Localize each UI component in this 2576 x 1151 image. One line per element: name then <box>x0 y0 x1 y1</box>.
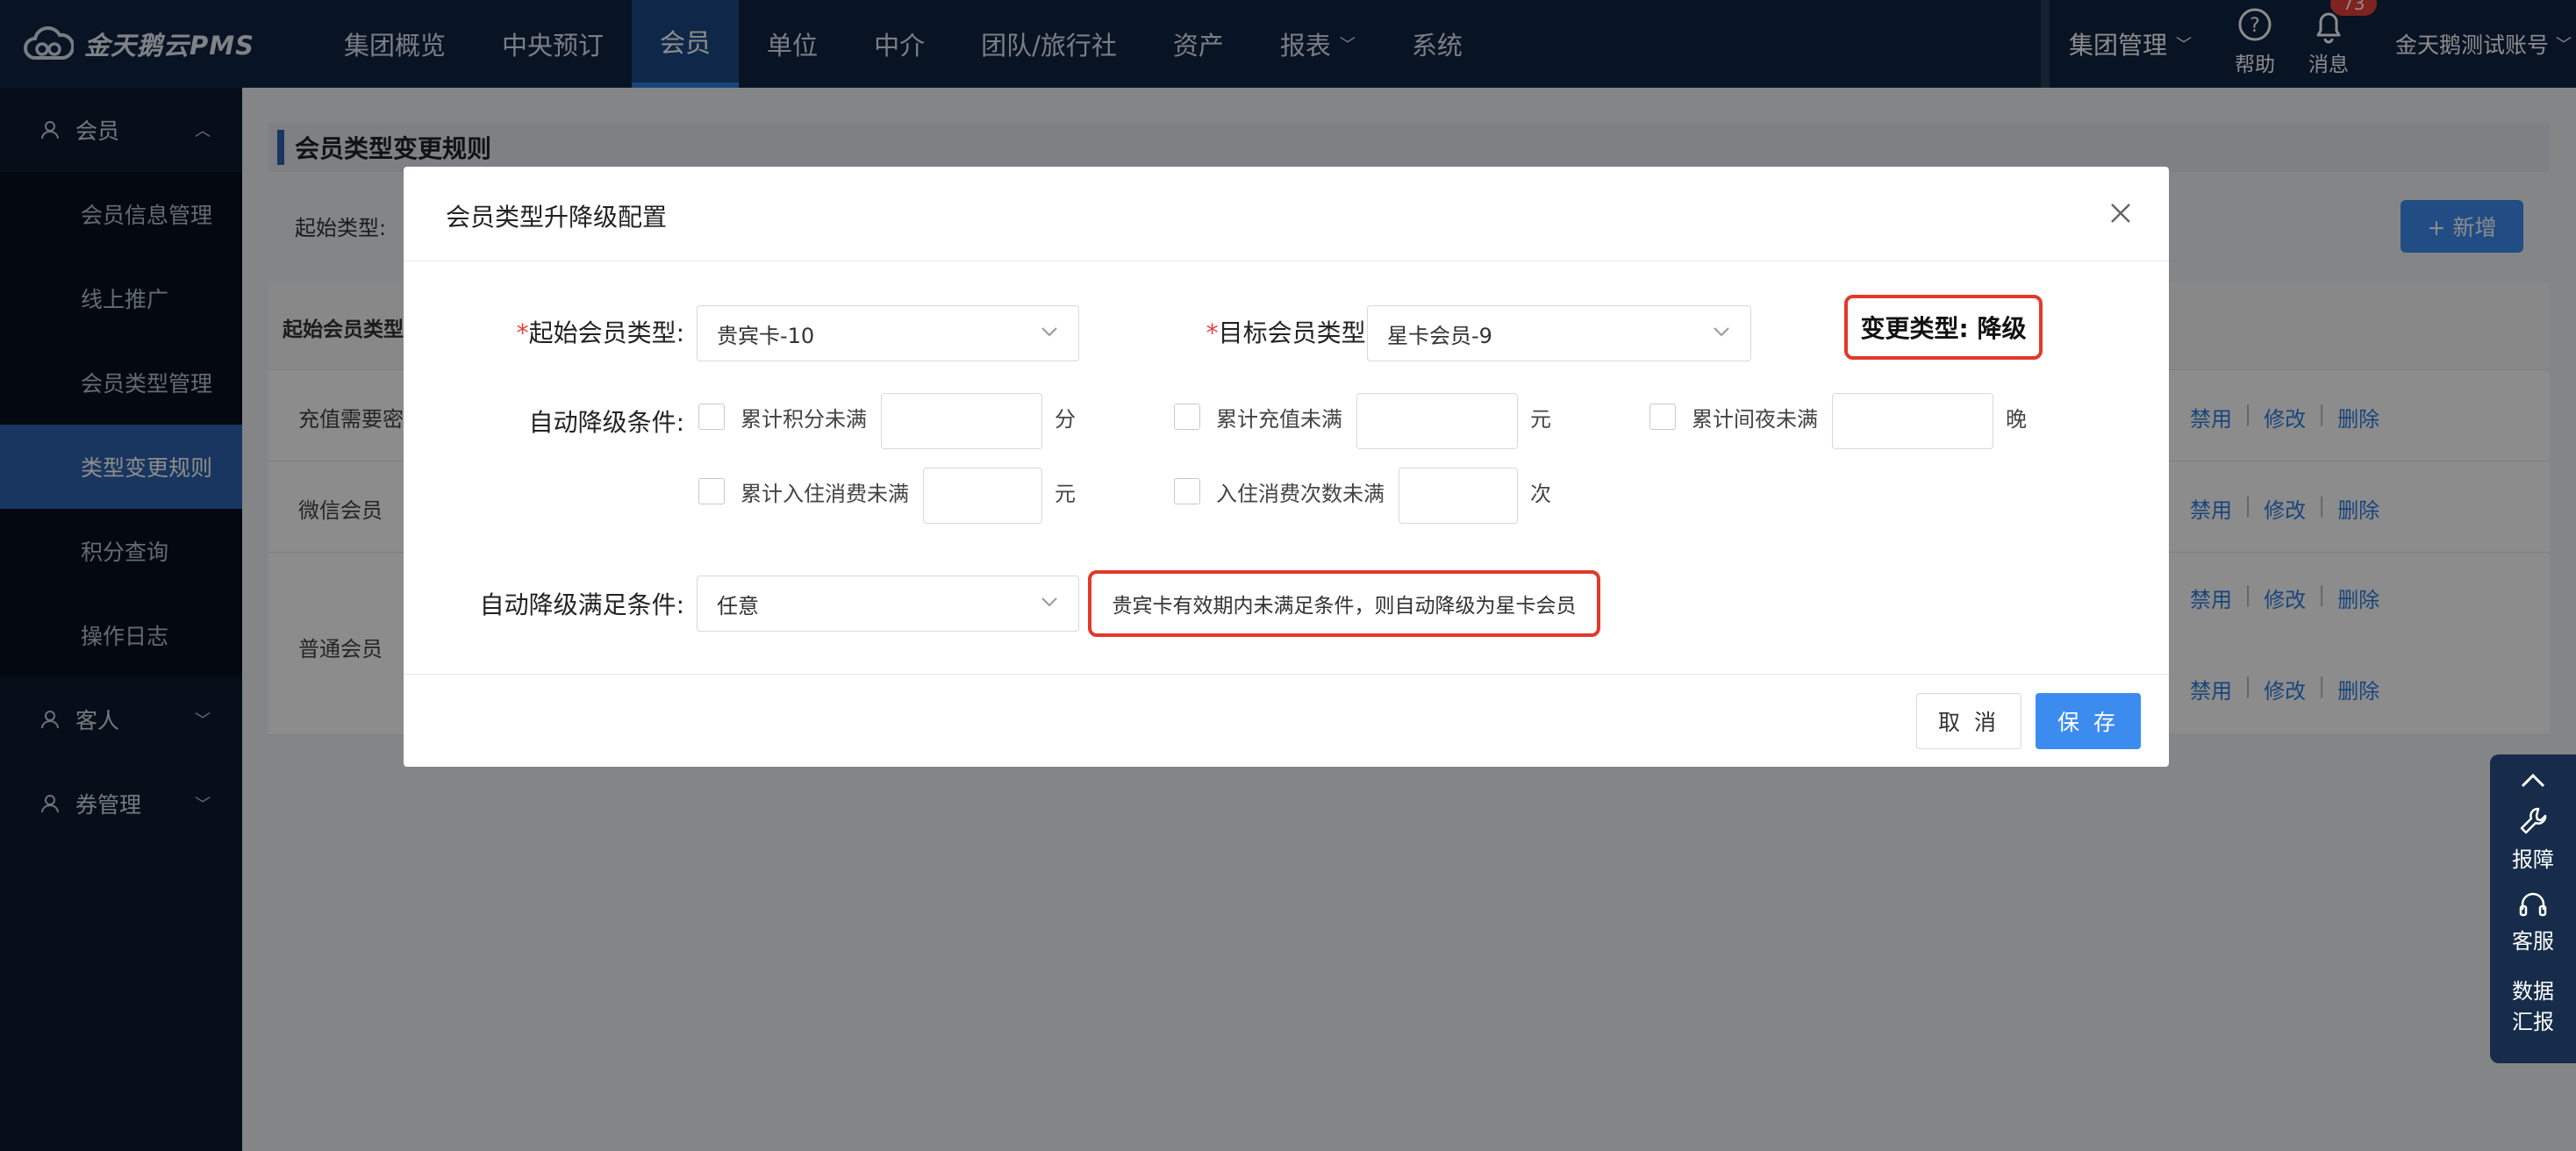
start-type-label-text: 起始会员类型: <box>528 318 684 347</box>
target-type-select[interactable]: 星卡会员-9 <box>1367 305 1751 361</box>
report-issue-label: 报障 <box>2512 847 2554 872</box>
chevron-down-icon <box>1714 327 1729 337</box>
wrench-icon <box>2520 807 2547 834</box>
chevron-down-icon <box>1041 327 1057 337</box>
stay-count-input[interactable] <box>1399 468 1518 524</box>
target-type-label-text: 目标会员类型: <box>1218 318 1374 347</box>
start-type-select[interactable]: 贵宾卡-10 <box>697 305 1079 361</box>
data-report-button[interactable]: 数据 汇报 <box>2490 974 2576 1035</box>
stay-spend-input[interactable] <box>923 468 1042 524</box>
customer-service-label: 客服 <box>2512 929 2554 954</box>
recharge-input[interactable] <box>1356 393 1518 449</box>
modal-header: 会员类型升降级配置 <box>404 167 2169 261</box>
start-type-label: *起始会员类型: <box>500 314 684 349</box>
save-button[interactable]: 保 存 <box>2036 693 2141 749</box>
target-type-value: 星卡会员-9 <box>1387 323 1492 348</box>
start-type-value: 贵宾卡-10 <box>717 323 815 348</box>
customer-service-button[interactable]: 客服 <box>2490 889 2576 954</box>
recharge-checkbox-label: 累计充值未满 <box>1216 407 1342 432</box>
headset-icon <box>2519 892 2547 917</box>
stay-count-checkbox[interactable] <box>1174 478 1200 504</box>
data-report-label: 数据 <box>2512 979 2554 1004</box>
nights-unit: 晚 <box>2006 407 2027 432</box>
target-type-label: *目标会员类型: <box>1172 314 1374 349</box>
points-checkbox-label: 累计积分未满 <box>741 407 867 432</box>
data-report-label: 汇报 <box>2512 1010 2554 1034</box>
float-service-panel: 报障 客服 数据 汇报 <box>2490 754 2576 1063</box>
required-asterisk: * <box>1206 318 1219 347</box>
stay-count-unit: 次 <box>1530 482 1551 506</box>
points-unit: 分 <box>1055 407 1076 432</box>
nights-checkbox[interactable] <box>1649 404 1676 430</box>
chevron-down-icon <box>1041 597 1057 607</box>
stay-count-checkbox-label: 入住消费次数未满 <box>1216 482 1385 506</box>
modal-footer-divider <box>404 674 2169 675</box>
recharge-checkbox[interactable] <box>1174 404 1200 430</box>
required-asterisk: * <box>516 318 529 347</box>
member-type-upgrade-downgrade-dialog: 会员类型升降级配置 *起始会员类型: 贵宾卡-10 *目标会员类型: 星卡会员-… <box>404 167 2169 767</box>
modal-title: 会员类型升降级配置 <box>446 203 668 232</box>
downgrade-hint-text: 贵宾卡有效期内未满足条件，则自动降级为星卡会员 <box>1112 595 1577 618</box>
report-issue-button[interactable]: 报障 <box>2490 804 2576 873</box>
points-input[interactable] <box>881 393 1042 449</box>
satisfy-condition-label: 自动降级满足条件: <box>439 586 684 621</box>
recharge-unit: 元 <box>1530 407 1551 432</box>
chevron-up-icon[interactable] <box>2515 767 2551 793</box>
change-type-text: 变更类型: 降级 <box>1860 314 2027 343</box>
stay-spend-checkbox-label: 累计入住消费未满 <box>741 482 909 506</box>
stay-spend-unit: 元 <box>1055 482 1076 506</box>
stay-spend-checkbox[interactable] <box>698 478 725 504</box>
nights-checkbox-label: 累计间夜未满 <box>1692 407 1818 432</box>
downgrade-condition-label-text: 自动降级条件: <box>528 408 684 437</box>
points-checkbox[interactable] <box>698 404 725 430</box>
satisfy-condition-value: 任意 <box>717 593 759 618</box>
downgrade-hint-highlight: 贵宾卡有效期内未满足条件，则自动降级为星卡会员 <box>1088 570 1600 637</box>
nights-input[interactable] <box>1832 393 1993 449</box>
change-type-highlight: 变更类型: 降级 <box>1844 295 2043 360</box>
satisfy-condition-label-text: 自动降级满足条件: <box>479 590 684 619</box>
satisfy-condition-select[interactable]: 任意 <box>697 576 1079 632</box>
downgrade-condition-label: 自动降级条件: <box>500 404 684 439</box>
close-icon[interactable] <box>2107 200 2134 226</box>
cancel-button[interactable]: 取 消 <box>1916 693 2021 749</box>
